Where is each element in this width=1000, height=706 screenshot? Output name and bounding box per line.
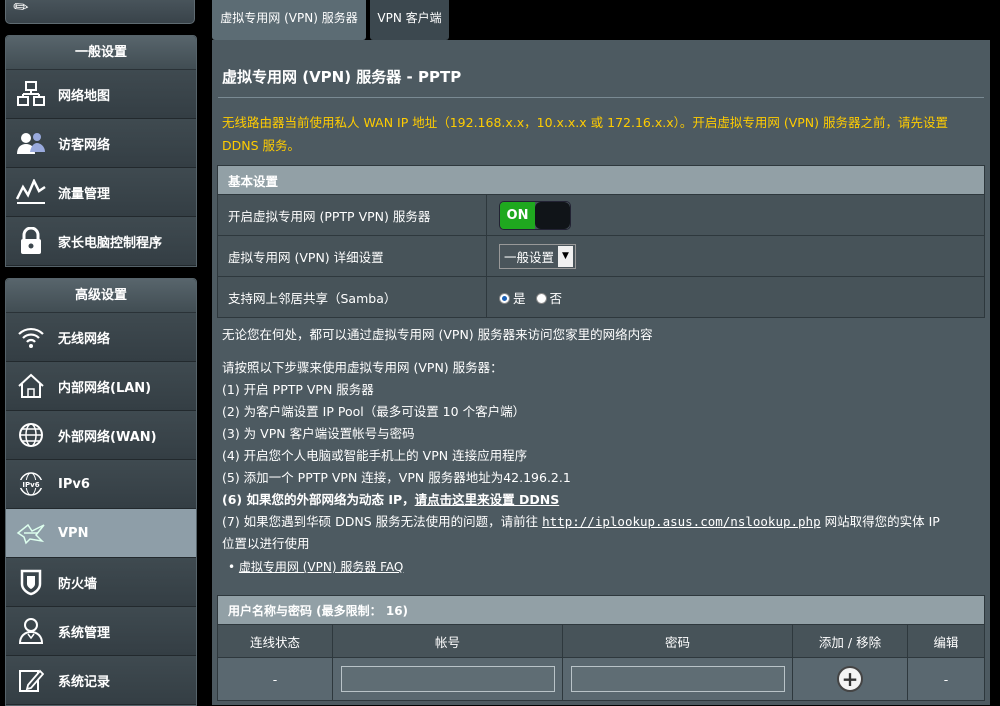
sidebar-item-guest-network[interactable]: 访客网络 [6,119,196,168]
samba-label: 支持网上邻居共享（Samba） [217,276,487,318]
page-title: 虚拟专用网 (VPN) 服务器 - PPTP [222,68,462,86]
sidebar-item-traffic-manager[interactable]: 流量管理 [6,168,196,217]
sidebar-item-label: 访客网络 [58,137,111,153]
user-table: 用户名称与密码 (最多限制： 16) 连线状态 帐号 密码 添加 / 移除 编辑… [217,595,985,701]
toggle-on-label: ON [500,201,535,229]
vpn-server-faq-link[interactable]: 虚拟专用网 (VPN) 服务器 FAQ [239,560,403,574]
advanced-settings-title: 高级设置 [6,279,196,313]
steps-title: 请按照以下步骤来使用虚拟专用网 (VPN) 服务器： [222,360,503,375]
step-7-text: (7) 如果您遇到华硕 DDNS 服务无法使用的问题，请前往 [222,514,539,529]
sidebar-item-label: IPv6 [58,476,90,492]
sidebar-item-label: 流量管理 [58,186,111,202]
sidebar-item-parental-control[interactable]: 家长电脑控制程序 [6,217,196,266]
sidebar-item-lan[interactable]: 内部网络(LAN) [6,362,196,411]
iplookup-link[interactable]: http://iplookup.asus.com/nslookup.php [542,514,820,529]
tab-vpn-server[interactable]: 虚拟专用网 (VPN) 服务器 [212,0,366,40]
samba-no-radio[interactable] [535,292,547,304]
sidebar-item-system-log[interactable]: 系统记录 [6,656,196,705]
sidebar-item-label: VPN [58,525,89,541]
traffic-manager-icon [16,177,46,207]
plus-icon: + [841,667,859,691]
sidebar-item-label: 内部网络(LAN) [58,380,152,396]
sidebar-item-label: 系统管理 [58,625,111,641]
vpn-detail-select[interactable]: 一般设置 ▼ [499,243,577,269]
chevron-down-icon: ▼ [558,245,574,267]
ddns-warning: 无线路由器当前使用私人 WAN IP 地址（192.168.x.x，10.x.x… [222,115,948,153]
samba-yes-radio[interactable] [499,292,510,304]
password-input[interactable] [570,666,785,692]
advanced-settings-group: 高级设置 无线网络 内部网络(LAN) 外部网络(WAN) IPv6 IPv6 [5,278,197,706]
sidebar-item-wan[interactable]: 外部网络(WAN) [6,411,196,460]
sidebar: ✎ 一般设置 网络地图 访客网络 流量管理 家长电脑控制程序 高级设置 无线网络… [0,0,205,706]
ddns-setup-link[interactable]: 请点击这里来设置 DDNS [415,492,560,507]
step-7: (7) 如果您遇到华硕 DDNS 服务无法使用的问题，请前往 http://ip… [222,511,940,533]
wand-icon: ✎ [9,0,35,21]
col-connection-status: 连线状态 [217,624,333,658]
sidebar-item-label: 家长电脑控制程序 [58,235,163,251]
enable-pptp-label: 开启虚拟专用网 (PPTP VPN) 服务器 [217,194,487,236]
col-username: 帐号 [332,624,563,658]
system-log-icon [16,665,46,695]
main-panel: 虚拟专用网 (VPN) 服务器 - PPTP 无线路由器当前使用私人 WAN I… [212,40,990,705]
firewall-icon [16,567,46,597]
general-settings-group: 一般设置 网络地图 访客网络 流量管理 家长电脑控制程序 [5,35,197,267]
step-5: (5) 添加一个 PPTP VPN 连接，VPN 服务器地址为42.196.2.… [222,470,571,485]
svg-text:IPv6: IPv6 [22,481,39,489]
sidebar-item-label: 无线网络 [58,331,111,347]
sidebar-item-wireless[interactable]: 无线网络 [6,313,196,362]
add-user-button[interactable]: + [837,666,863,692]
faq-line: • 虚拟专用网 (VPN) 服务器 FAQ [228,558,403,575]
step-1: (1) 开启 PPTP VPN 服务器 [222,382,374,397]
faq-bullet: • [228,560,236,574]
toggle-knob [535,201,570,229]
sidebar-item-ipv6[interactable]: IPv6 IPv6 [6,460,196,509]
row-edit: - [907,657,985,701]
sidebar-item-firewall[interactable]: 防火墙 [6,558,196,607]
table-row: - + - [217,657,985,701]
row-status: - [217,657,333,701]
sidebar-item-label: 防火墙 [58,576,98,592]
step-2: (2) 为客户端设置 IP Pool（最多可设置 10 个客户端） [222,404,526,419]
col-add-remove: 添加 / 移除 [792,624,908,658]
enable-pptp-toggle[interactable]: ON [499,200,571,230]
sidebar-item-network-map[interactable]: 网络地图 [6,70,196,119]
col-edit: 编辑 [907,624,985,658]
vpn-icon [16,518,46,548]
wan-icon [16,420,46,450]
quick-setup-button[interactable]: ✎ [5,0,195,24]
general-settings-title: 一般设置 [6,36,196,70]
network-map-icon [16,79,46,109]
steps-block: 请按照以下步骤来使用虚拟专用网 (VPN) 服务器： (1) 开启 PPTP V… [222,357,940,555]
basic-settings-title: 基本设置 [217,165,985,195]
title-divider [218,97,984,98]
username-input[interactable] [340,666,555,692]
sidebar-item-label: 网络地图 [58,88,111,104]
step-4: (4) 开启您个人电脑或智能手机上的 VPN 连接应用程序 [222,448,528,463]
sidebar-item-label: 外部网络(WAN) [58,429,157,445]
vpn-detail-label: 虚拟专用网 (VPN) 详细设置 [217,235,487,277]
step-7-line2: 位置以进行使用 [222,536,310,551]
sidebar-item-vpn[interactable]: VPN [6,509,196,558]
basic-settings-table: 基本设置 开启虚拟专用网 (PPTP VPN) 服务器 ON 虚拟专用网 (VP… [217,165,985,318]
parental-control-icon [16,226,46,256]
step-6: (6) 如果您的外部网络为动态 IP，请点击这里来设置 DDNS [222,489,940,511]
samba-yes-label: 是 [513,290,526,306]
col-password: 密码 [562,624,793,658]
wireless-icon [16,322,46,352]
step-3: (3) 为 VPN 客户端设置帐号与密码 [222,426,415,441]
intro-text: 无论您在何处，都可以通过虚拟专用网 (VPN) 服务器来访问您家里的网络内容 [222,327,653,342]
administration-icon [16,616,46,646]
ipv6-icon: IPv6 [16,469,46,499]
step-6-text: (6) 如果您的外部网络为动态 IP， [222,492,415,507]
samba-no-label: 否 [549,290,563,306]
guest-network-icon [16,128,46,158]
lan-icon [16,371,46,401]
sidebar-item-label: 系统记录 [58,674,111,690]
step-7-text-after: 网站取得您的实体 IP [824,514,940,529]
tab-vpn-client[interactable]: VPN 客户端 [370,0,449,40]
sidebar-item-administration[interactable]: 系统管理 [6,607,196,656]
user-table-title: 用户名称与密码 (最多限制： 16) [217,595,985,625]
vpn-detail-value: 一般设置 [504,249,555,265]
